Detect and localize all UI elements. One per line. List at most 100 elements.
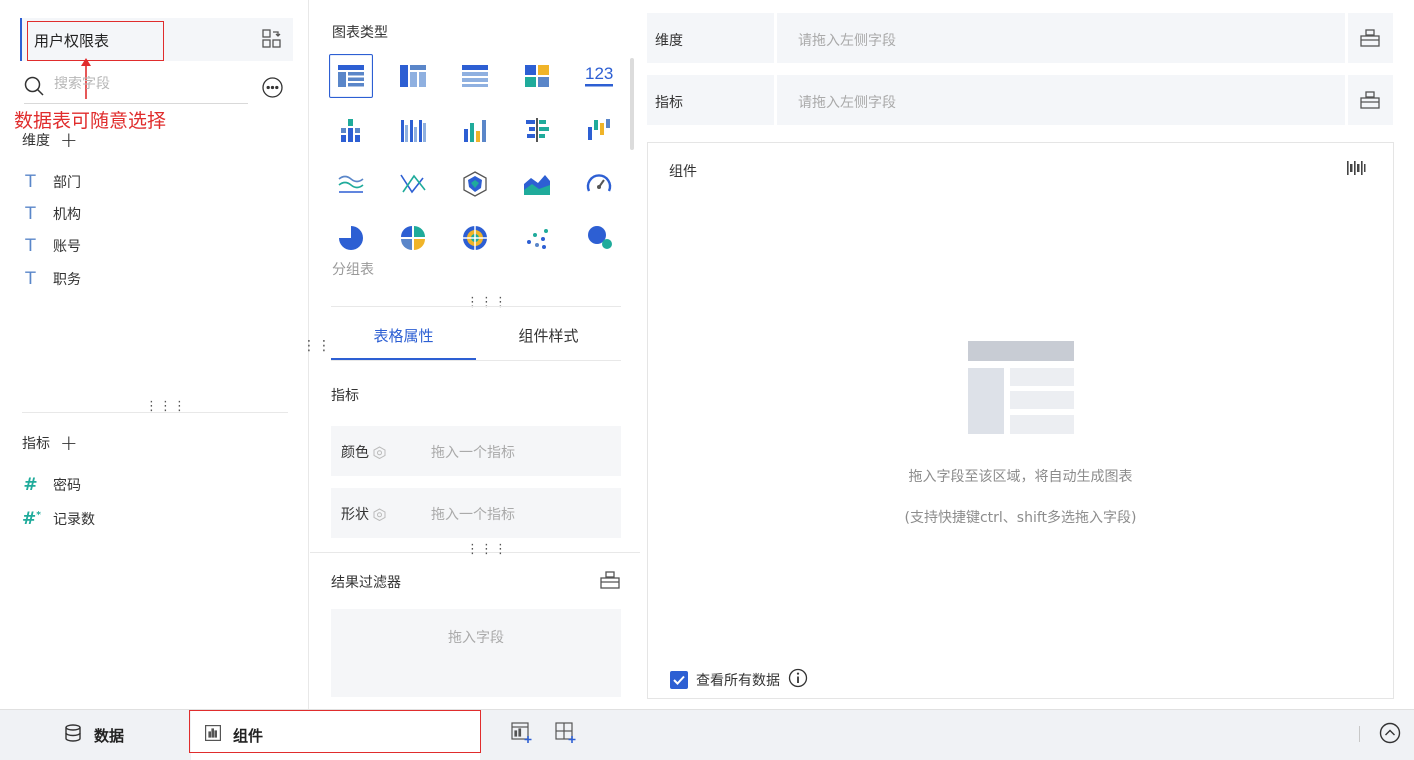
database-icon: [64, 724, 82, 746]
resize-handle-icon[interactable]: ⋮⋮⋮: [466, 543, 508, 556]
prop-section-label: 指标: [331, 388, 359, 404]
result-filter-label: 结果过滤器: [331, 575, 401, 591]
field-item[interactable]: T 机构: [22, 204, 81, 224]
range-bar-icon[interactable]: [577, 108, 621, 152]
text-type-icon: T: [25, 172, 36, 192]
shape-label: 形状: [341, 507, 369, 523]
section-divider: [331, 306, 621, 307]
tabs-divider: [331, 360, 621, 361]
switch-table-icon[interactable]: [262, 29, 281, 52]
field-item[interactable]: #* 记录数: [22, 509, 95, 529]
gauge-icon[interactable]: [577, 162, 621, 206]
view-all-checkbox[interactable]: [670, 671, 688, 689]
search-input[interactable]: [54, 76, 234, 92]
pie-chart-icon[interactable]: [329, 216, 373, 260]
panel-drag-handle-icon[interactable]: ⋮⋮: [302, 339, 332, 353]
field-label: 机构: [53, 207, 81, 223]
multi-bar-icon[interactable]: [391, 108, 435, 152]
chart-type-scrollbar[interactable]: [630, 58, 634, 150]
metric-tool-icon[interactable]: [1360, 91, 1380, 113]
data-tab-label: 数据: [94, 726, 125, 745]
add-component-icon[interactable]: [511, 722, 533, 748]
check-icon: [673, 675, 685, 685]
add-dashboard-icon[interactable]: [555, 722, 577, 748]
barcode-icon[interactable]: [1346, 159, 1366, 181]
add-metric-icon[interactable]: +: [60, 433, 78, 454]
cross-table-icon[interactable]: [391, 54, 435, 98]
kpi-card-icon[interactable]: [515, 54, 559, 98]
canvas-title: 组件: [669, 164, 697, 180]
field-item[interactable]: # 密码: [22, 475, 81, 495]
chart-canvas[interactable]: 组件 拖入字段至该区域，将自动生成图表 (支持快捷键ctrl、shift多选拖入…: [647, 142, 1394, 699]
metric-axis-row[interactable]: 指标 请拖入左侧字段: [647, 75, 1393, 125]
field-item[interactable]: T 账号: [22, 236, 81, 256]
color-label-wrap: 颜色: [341, 442, 386, 462]
dimension-section-label: 维度: [22, 133, 50, 149]
add-dimension-icon[interactable]: +: [60, 130, 78, 151]
collapse-up-icon[interactable]: [1379, 722, 1401, 748]
line-chart-icon[interactable]: [329, 162, 373, 206]
field-label: 部门: [53, 175, 81, 191]
dimension-axis-row[interactable]: 维度 请拖入左侧字段: [647, 13, 1393, 63]
shape-drop-hint: 拖入一个指标: [431, 507, 515, 523]
empty-table-illustration: [968, 341, 1074, 439]
svg-text:123: 123: [585, 64, 613, 83]
metric-row-label: 指标: [655, 95, 683, 111]
settings-hex-icon[interactable]: [373, 445, 386, 459]
detail-table-icon[interactable]: [453, 54, 497, 98]
data-tab[interactable]: 数据: [64, 710, 124, 760]
column-chart-icon[interactable]: [453, 108, 497, 152]
shape-label-wrap: 形状: [341, 504, 386, 524]
text-type-icon: T: [25, 269, 36, 289]
selected-chart-name: 分组表: [332, 262, 374, 278]
field-search[interactable]: [24, 74, 248, 104]
filter-drop-hint: 拖入字段: [448, 630, 504, 646]
metric-section-header: 指标 +: [22, 433, 78, 454]
bottom-tab-bar: 数据 组件: [0, 709, 1414, 760]
field-panel: 用户权限表 数据表可随意选择 维度 + T部门: [0, 0, 309, 709]
rose-chart-icon[interactable]: [453, 216, 497, 260]
split-pie-icon[interactable]: [391, 216, 435, 260]
filter-tool-icon[interactable]: [600, 571, 620, 593]
horizontal-bar-icon[interactable]: [515, 108, 559, 152]
settings-hex-icon[interactable]: [373, 507, 386, 521]
row-separator: [1345, 75, 1348, 125]
color-drop-zone[interactable]: 颜色 拖入一个指标: [331, 426, 621, 476]
row-separator: [1345, 13, 1348, 63]
number-123-icon[interactable]: 123: [577, 54, 621, 98]
more-options-icon[interactable]: [262, 77, 283, 102]
number-type-icon: #: [23, 475, 38, 495]
dimension-tool-icon[interactable]: [1360, 29, 1380, 51]
dimension-section-header: 维度 +: [22, 130, 78, 151]
bubble-chart-icon[interactable]: [577, 216, 621, 260]
info-icon[interactable]: [788, 668, 808, 692]
field-label: 记录数: [53, 512, 95, 528]
selector-accent: [20, 18, 22, 61]
radar-chart-icon[interactable]: [453, 162, 497, 206]
resize-handle-icon[interactable]: ⋮⋮⋮: [145, 400, 187, 413]
field-item[interactable]: T 部门: [22, 172, 81, 192]
tab-component-style[interactable]: 组件样式: [476, 322, 621, 360]
field-item[interactable]: T 职务: [22, 269, 81, 289]
grouped-table-icon[interactable]: [329, 54, 373, 98]
field-label: 密码: [53, 478, 81, 494]
stacked-bar-icon[interactable]: [329, 108, 373, 152]
color-label: 颜色: [341, 445, 369, 461]
shape-drop-zone[interactable]: 形状 拖入一个指标: [331, 488, 621, 538]
area-chart-icon[interactable]: [515, 162, 559, 206]
row-separator: [774, 75, 777, 125]
empty-hint: (支持快捷键ctrl、shift多选拖入字段): [904, 510, 1137, 526]
field-label: 账号: [53, 239, 81, 255]
tab-table-properties[interactable]: 表格属性: [331, 322, 476, 360]
scatter-lines-icon[interactable]: [391, 162, 435, 206]
empty-message: 拖入字段至该区域，将自动生成图表: [908, 469, 1133, 485]
search-icon: [24, 76, 44, 100]
chart-config-panel: 图表类型 123 分组表 ⋮⋮⋮ ⋮⋮ 表格属性 组件样式 指标 颜色 拖入一个…: [302, 0, 640, 709]
field-label: 职务: [53, 272, 81, 288]
chart-type-title: 图表类型: [332, 25, 388, 41]
view-all-label: 查看所有数据: [696, 673, 780, 689]
filter-drop-zone[interactable]: 拖入字段: [331, 609, 621, 697]
color-drop-hint: 拖入一个指标: [431, 445, 515, 461]
dot-chart-icon[interactable]: [515, 216, 559, 260]
view-all-data-option[interactable]: 查看所有数据: [670, 668, 808, 692]
